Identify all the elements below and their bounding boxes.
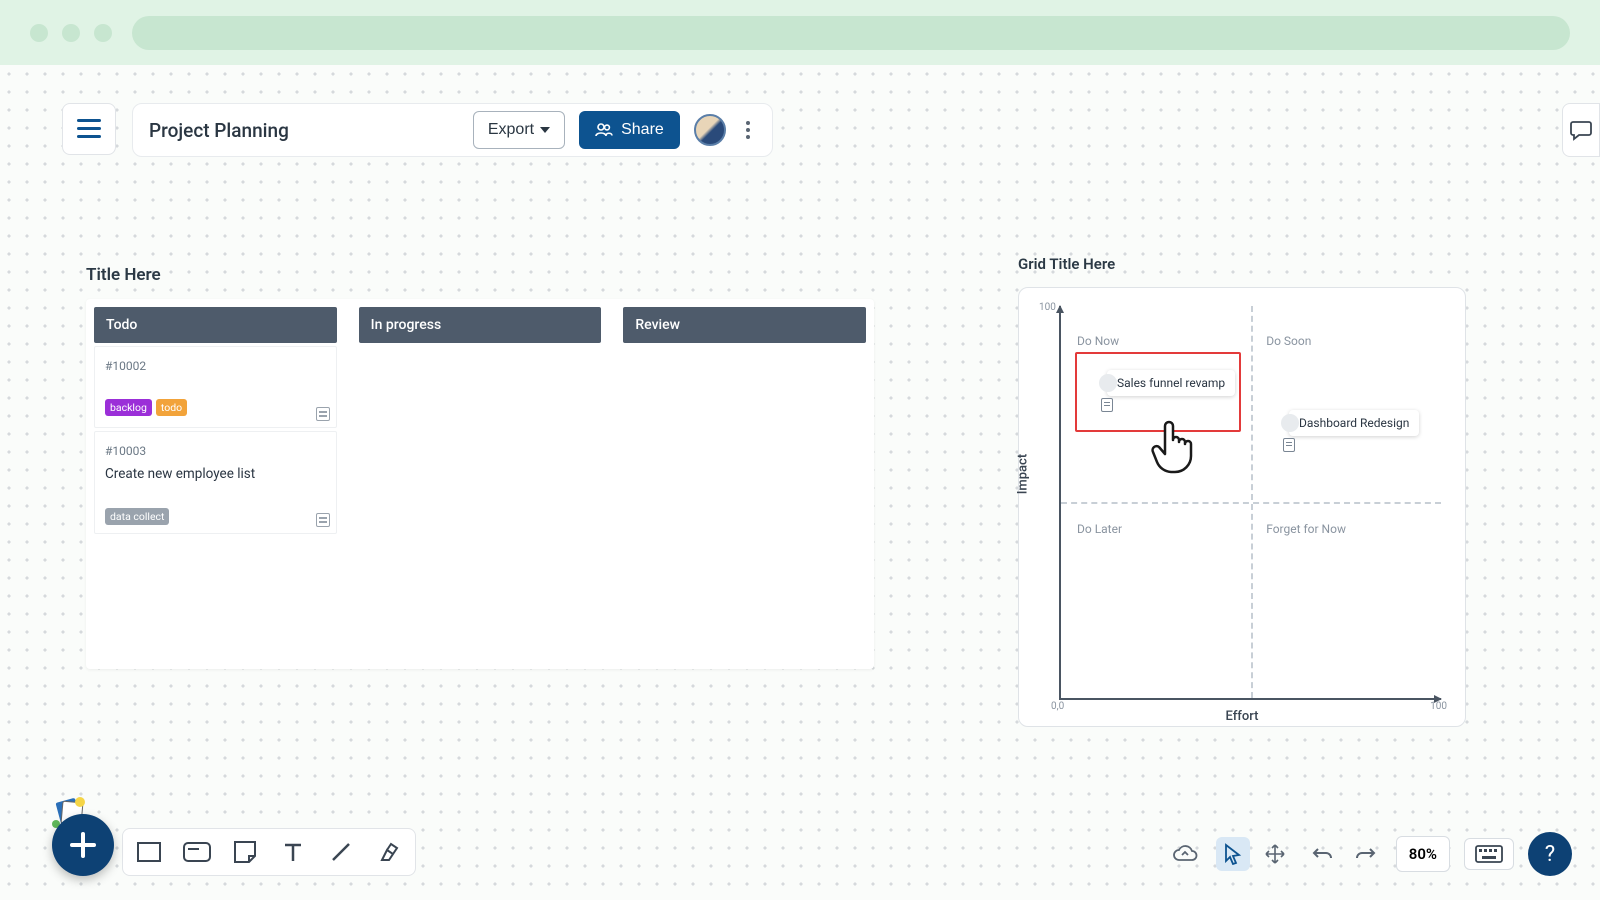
export-button[interactable]: Export (473, 111, 565, 149)
people-icon (595, 123, 613, 137)
kebab-menu[interactable] (740, 115, 756, 145)
pointer-icon (1223, 843, 1243, 865)
kanban-col-in-progress[interactable]: In progress (359, 307, 602, 661)
highlighter-tool[interactable] (371, 834, 407, 870)
traffic-light-red[interactable] (30, 24, 48, 42)
card-id: #10003 (105, 444, 326, 458)
redo-icon (1354, 846, 1376, 862)
card-id: #10002 (105, 359, 326, 373)
axis-tick: 0,0 (1051, 701, 1064, 712)
canvas[interactable]: Project Planning Export Share (0, 65, 1600, 900)
card-tags: data collect (105, 508, 326, 525)
kanban-col-review[interactable]: Review (623, 307, 866, 661)
kanban-card[interactable]: #10002 backlog todo (94, 346, 337, 428)
kanban-widget: Title Here Todo #10002 backlog todo #100… (86, 265, 874, 669)
share-button[interactable]: Share (579, 111, 680, 149)
keyboard-shortcuts-button[interactable] (1464, 838, 1514, 870)
traffic-lights (30, 24, 112, 42)
tag: data collect (105, 508, 169, 525)
axis-tick: 100 (1430, 701, 1447, 712)
y-axis-label: Impact (1016, 454, 1031, 494)
text-tool[interactable] (275, 834, 311, 870)
comments-button[interactable] (1562, 103, 1600, 157)
matrix-item-sales-funnel[interactable]: Sales funnel revamp (1107, 370, 1235, 396)
grid-title[interactable]: Grid Title Here (1018, 255, 1466, 273)
shape-toolbar (122, 828, 416, 876)
quadrant-label-do-soon: Do Soon (1266, 334, 1311, 348)
project-title[interactable]: Project Planning (149, 119, 459, 142)
sticky-note-icon (234, 841, 256, 863)
doc-icon (1283, 438, 1295, 452)
hamburger-icon (77, 119, 101, 139)
tag: backlog (105, 399, 152, 416)
arrow-up-icon (1056, 305, 1064, 313)
nav-mode-group (1216, 837, 1292, 871)
add-fab[interactable] (52, 814, 114, 876)
kanban-col-header: Todo (94, 307, 337, 343)
url-bar[interactable] (132, 16, 1570, 50)
kanban-board[interactable]: Todo #10002 backlog todo #10003 Create n… (86, 299, 874, 669)
user-avatar[interactable] (694, 114, 726, 146)
plot-area: Do Now Do Soon Do Later Forget for Now 1… (1059, 306, 1441, 700)
x-axis-label: Effort (1225, 709, 1258, 724)
cloud-sync-button[interactable] (1168, 837, 1202, 871)
doc-icon (1101, 398, 1113, 412)
card-tags: backlog todo (105, 399, 326, 416)
matrix-item-label: Dashboard Redesign (1299, 416, 1409, 430)
sticky-note-tool[interactable] (227, 834, 263, 870)
share-label: Share (621, 121, 664, 139)
notes-icon (316, 513, 330, 527)
traffic-light-green[interactable] (94, 24, 112, 42)
pan-mode-button[interactable] (1258, 837, 1292, 871)
tag: todo (156, 399, 187, 416)
notes-icon (316, 407, 330, 421)
matrix-item-label: Sales funnel revamp (1117, 376, 1225, 390)
header-card: Project Planning Export Share (132, 103, 773, 157)
quadrant-label-forget: Forget for Now (1266, 522, 1346, 536)
history-group (1306, 837, 1382, 871)
zoom-level[interactable]: 80% (1396, 836, 1450, 872)
top-bar: Project Planning Export Share (62, 103, 773, 157)
caret-down-icon (540, 127, 550, 133)
kanban-col-header: Review (623, 307, 866, 343)
kanban-col-header: In progress (359, 307, 602, 343)
pointer-mode-button[interactable] (1216, 837, 1250, 871)
rectangle-tool[interactable] (131, 834, 167, 870)
help-button[interactable]: ? (1528, 832, 1572, 876)
undo-icon (1312, 846, 1334, 862)
axis-tick: 100 (1039, 302, 1056, 313)
traffic-light-yellow[interactable] (62, 24, 80, 42)
assignee-avatar (1281, 414, 1299, 432)
redo-button[interactable] (1348, 837, 1382, 871)
assignee-avatar (1099, 374, 1117, 392)
card-tool[interactable] (179, 834, 215, 870)
export-label: Export (488, 121, 534, 139)
move-icon (1264, 843, 1286, 865)
bottom-right-toolbar: 80% ? (1168, 832, 1572, 876)
kanban-card[interactable]: #10003 Create new employee list data col… (94, 431, 337, 534)
quadrant-label-do-now: Do Now (1077, 334, 1119, 348)
undo-button[interactable] (1306, 837, 1340, 871)
card-icon (183, 842, 211, 862)
kanban-title[interactable]: Title Here (86, 265, 874, 285)
priority-matrix-widget: Grid Title Here Impact Effort Do Now Do … (1018, 255, 1466, 727)
chat-bubble-icon (1569, 118, 1593, 142)
line-icon (329, 840, 353, 864)
quadrant-label-do-later: Do Later (1077, 522, 1122, 536)
kanban-col-todo[interactable]: Todo #10002 backlog todo #10003 Create n… (94, 307, 337, 661)
card-title: Create new employee list (105, 466, 326, 482)
keyboard-icon (1475, 845, 1503, 863)
menu-button[interactable] (62, 103, 116, 155)
question-icon: ? (1545, 842, 1555, 867)
highlighter-icon (377, 840, 401, 864)
line-tool[interactable] (323, 834, 359, 870)
priority-matrix[interactable]: Impact Effort Do Now Do Soon Do Later Fo… (1018, 287, 1466, 727)
text-icon (282, 841, 304, 863)
plus-icon (70, 832, 96, 858)
browser-chrome (0, 0, 1600, 65)
rectangle-icon (137, 842, 161, 862)
matrix-item-dashboard-redesign[interactable]: Dashboard Redesign (1289, 410, 1419, 436)
divider-v (1251, 306, 1253, 698)
cloud-icon (1172, 844, 1198, 864)
